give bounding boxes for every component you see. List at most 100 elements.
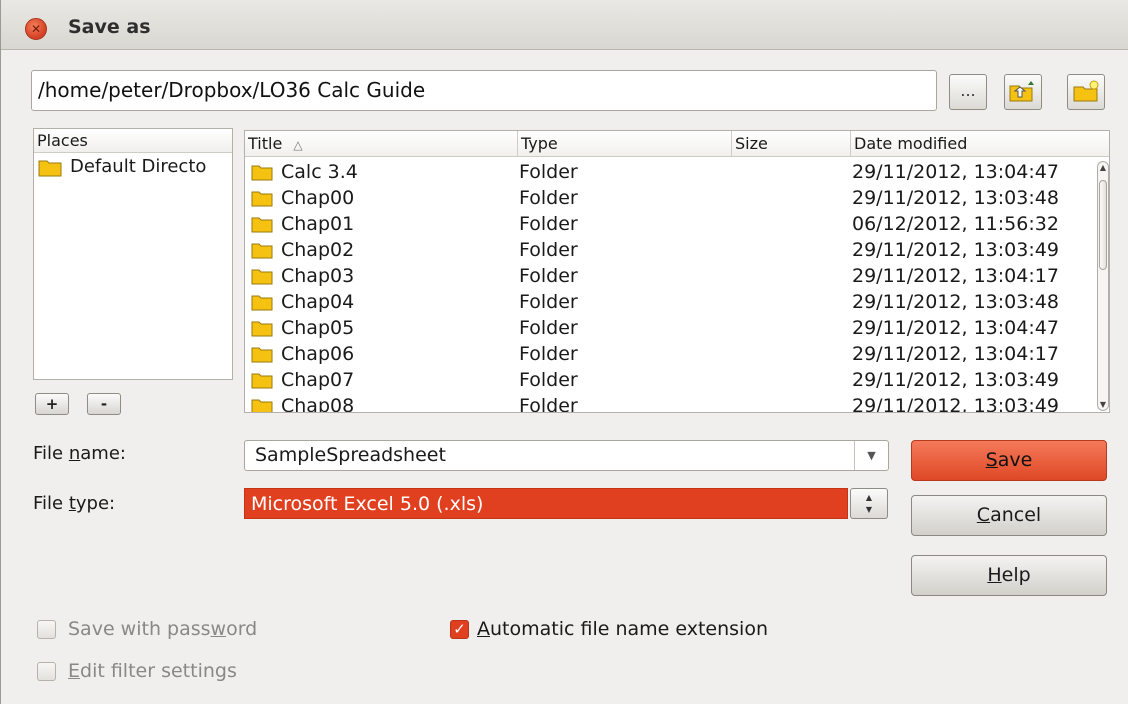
file-name-label-pre: File [33, 443, 69, 464]
automatic-extension-label-rest: utomatic file name extension [490, 618, 769, 640]
file-name-label: File name: [33, 443, 126, 464]
cancel-label: ancel [990, 504, 1042, 526]
cancel-mnemonic: C [976, 504, 991, 526]
column-type[interactable]: Type [518, 131, 732, 157]
scroll-up-icon[interactable]: ▲ [1098, 163, 1108, 172]
table-row[interactable]: Chap07 Folder 29/11/2012, 13:03:49 [245, 367, 1095, 393]
table-row[interactable]: Chap02 Folder 29/11/2012, 13:03:49 [245, 237, 1095, 263]
automatic-extension-option[interactable]: ✓ Automatic file name extension [450, 618, 768, 640]
table-row[interactable]: Chap06 Folder 29/11/2012, 13:04:17 [245, 341, 1095, 367]
table-row[interactable]: Chap04 Folder 29/11/2012, 13:03:48 [245, 289, 1095, 315]
places-item-default-directory[interactable]: Default Directo [34, 153, 232, 181]
file-title: Chap01 [281, 213, 355, 235]
folder-icon [251, 321, 273, 337]
file-title-cell: Chap01 [251, 211, 354, 237]
file-date-modified: 29/11/2012, 13:04:17 [852, 343, 1059, 365]
table-row[interactable]: Chap00 Folder 29/11/2012, 13:03:48 [245, 185, 1095, 211]
folder-icon [251, 217, 273, 233]
edit-filter-settings-label: Edit filter settings [68, 660, 237, 682]
file-date-modified: 06/12/2012, 11:56:32 [852, 213, 1059, 235]
file-type-spinner[interactable]: ▲ ▼ [850, 488, 888, 519]
table-row[interactable]: Chap01 Folder 06/12/2012, 11:56:32 [245, 211, 1095, 237]
file-type: Folder [519, 161, 578, 183]
table-row[interactable]: Chap08 Folder 29/11/2012, 13:03:49 [245, 393, 1095, 413]
file-type-value[interactable]: Microsoft Excel 5.0 (.xls) [244, 488, 848, 519]
file-type-select[interactable]: Microsoft Excel 5.0 (.xls) ▲ ▼ [244, 488, 889, 519]
file-type: Folder [519, 369, 578, 391]
folder-icon [251, 269, 273, 285]
file-type-label: File type: [33, 493, 115, 514]
save-label: ave [997, 449, 1033, 471]
file-title-cell: Chap02 [251, 237, 354, 263]
folder-icon [251, 399, 273, 412]
table-row[interactable]: Chap05 Folder 29/11/2012, 13:04:47 [245, 315, 1095, 341]
file-title: Chap02 [281, 239, 355, 261]
file-type: Folder [519, 213, 578, 235]
file-title: Chap05 [281, 317, 355, 339]
scroll-down-icon[interactable]: ▼ [1098, 400, 1108, 409]
parent-folder-button[interactable] [1004, 74, 1042, 110]
file-date-modified: 29/11/2012, 13:04:17 [852, 265, 1059, 287]
scrollbar-track[interactable]: ▲ ▼ [1097, 161, 1109, 411]
add-place-button[interactable]: + [35, 393, 69, 415]
column-date-modified[interactable]: Date modified [851, 131, 1109, 157]
file-type: Folder [519, 291, 578, 313]
file-type: Folder [519, 187, 578, 209]
new-folder-button[interactable] [1067, 74, 1105, 110]
save-with-password-option[interactable]: Save with password [37, 618, 257, 640]
file-title-cell: Chap06 [251, 341, 354, 367]
file-type-label-mnemonic: t [68, 493, 76, 514]
file-title-cell: Chap04 [251, 289, 354, 315]
folder-icon [251, 295, 273, 311]
folder-up-icon [1009, 81, 1034, 102]
file-list: Title △ Type Size Date modified Calc 3.4… [244, 130, 1110, 413]
cancel-button[interactable]: Cancel [911, 495, 1107, 536]
file-title: Chap06 [281, 343, 355, 365]
file-title-cell: Chap08 [251, 393, 354, 412]
save-button[interactable]: Save [911, 440, 1107, 481]
file-name-label-mnemonic: n [68, 443, 81, 464]
file-name-label-post: ame: [80, 443, 126, 464]
file-name-combo[interactable]: SampleSpreadsheet ▼ [244, 440, 889, 471]
file-title-cell: Chap07 [251, 367, 354, 393]
browse-label: ... [960, 81, 976, 100]
table-row[interactable]: Chap03 Folder 29/11/2012, 13:04:17 [245, 263, 1095, 289]
spin-down-icon[interactable]: ▼ [851, 504, 887, 516]
file-date-modified: 29/11/2012, 13:04:47 [852, 161, 1059, 183]
title-bar: ✕ Save as [1, 0, 1128, 50]
edit-filter-settings-checkbox[interactable] [37, 661, 56, 681]
file-title-cell: Chap03 [251, 263, 354, 289]
file-type: Folder [519, 343, 578, 365]
column-size[interactable]: Size [732, 131, 851, 157]
dialog-title: Save as [68, 16, 151, 38]
automatic-extension-checkbox[interactable]: ✓ [450, 619, 469, 639]
file-type-label-post: ype: [75, 493, 116, 514]
edit-filter-settings-mnemonic: E [68, 660, 81, 682]
file-date-modified: 29/11/2012, 13:03:49 [852, 239, 1059, 261]
path-input[interactable]: /home/peter/Dropbox/LO36 Calc Guide [31, 70, 937, 111]
file-type: Folder [519, 395, 578, 413]
help-button[interactable]: Help [911, 555, 1107, 596]
scrollbar-thumb[interactable] [1099, 180, 1107, 270]
browse-button[interactable]: ... [949, 74, 987, 110]
column-title[interactable]: Title △ [245, 131, 518, 157]
save-with-password-checkbox[interactable] [37, 619, 56, 639]
table-row[interactable]: Calc 3.4 Folder 29/11/2012, 13:04:47 [245, 159, 1095, 185]
file-list-scrollbar[interactable]: ▲ ▼ [1096, 159, 1109, 412]
spin-up-icon[interactable]: ▲ [851, 492, 887, 504]
places-panel: Places Default Directo [33, 128, 233, 380]
file-name-input[interactable]: SampleSpreadsheet [255, 441, 446, 470]
folder-icon [38, 160, 62, 177]
file-title: Chap04 [281, 291, 355, 313]
folder-icon [251, 243, 273, 259]
close-icon[interactable]: ✕ [25, 18, 47, 40]
save-with-password-label-pre: Save with pass [68, 618, 211, 640]
places-item-label: Default Directo [70, 156, 207, 177]
edit-filter-settings-option[interactable]: Edit filter settings [37, 660, 237, 682]
help-label: elp [1001, 564, 1031, 586]
file-title-cell: Chap05 [251, 315, 354, 341]
new-folder-icon [1073, 80, 1099, 102]
file-date-modified: 29/11/2012, 13:03:49 [852, 395, 1059, 413]
remove-place-button[interactable]: - [87, 393, 121, 415]
chevron-down-icon[interactable]: ▼ [854, 441, 888, 470]
